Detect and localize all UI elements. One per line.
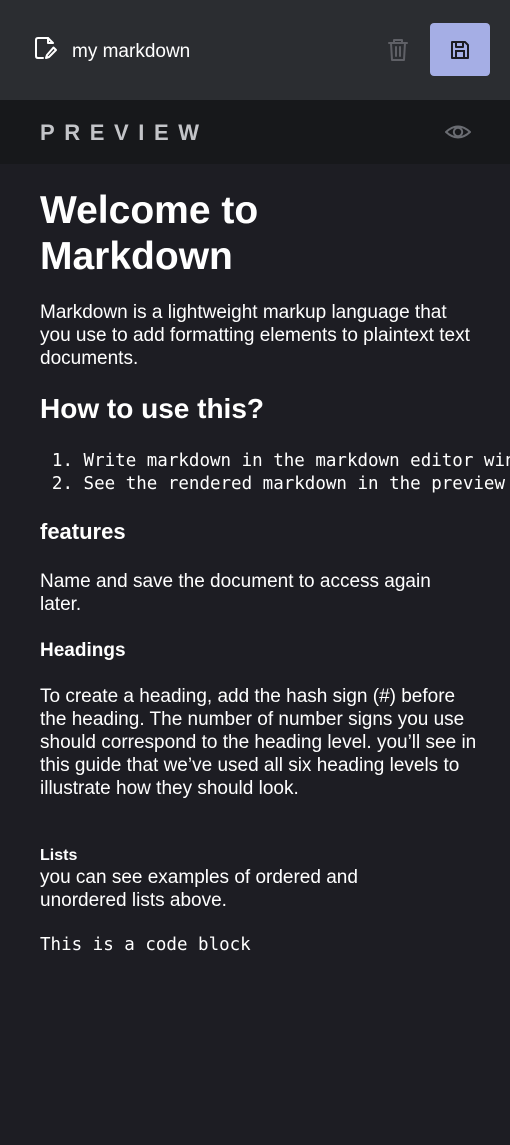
list-item-text: Name and save the document to access aga… bbox=[40, 571, 431, 615]
list-number: 1. bbox=[51, 451, 73, 471]
heading-1: Welcome to Markdown bbox=[40, 189, 259, 278]
preview-header: PREVIEW bbox=[0, 100, 510, 164]
save-button[interactable] bbox=[430, 23, 490, 76]
floppy-disk-icon bbox=[451, 41, 469, 59]
markdown-preview: Welcome to Markdown Markdown is a lightw… bbox=[40, 164, 510, 1145]
list-item-text: See the rendered markdown in the preview… bbox=[83, 474, 510, 494]
document-edit-icon bbox=[35, 37, 57, 59]
list-number: 2. bbox=[51, 474, 73, 494]
trash-icon bbox=[388, 39, 408, 61]
list-item: 1. Write markdown in the markdown editor… bbox=[40, 450, 510, 473]
heading-5: Lists bbox=[40, 847, 78, 864]
heading-2: How to use this? bbox=[40, 393, 264, 424]
list-item-text: Write markdown in the markdown editor wi… bbox=[83, 451, 510, 471]
eye-icon bbox=[445, 125, 471, 139]
list-item: 2. See the rendered markdown in the prev… bbox=[40, 473, 510, 496]
toggle-preview-button[interactable] bbox=[444, 120, 472, 144]
headings-paragraph: To create a heading, add the hash sign (… bbox=[40, 686, 477, 799]
heading-3: features bbox=[40, 519, 126, 544]
preview-label: PREVIEW bbox=[40, 120, 209, 145]
code-block: This is a code block bbox=[40, 935, 251, 955]
list-item: Name and save the document to access aga… bbox=[40, 570, 470, 616]
top-bar: my markdown bbox=[0, 0, 510, 100]
ordered-list: 1. Write markdown in the markdown editor… bbox=[40, 450, 510, 496]
delete-button[interactable] bbox=[384, 36, 412, 64]
document-name[interactable]: my markdown bbox=[72, 41, 190, 63]
heading-4: Headings bbox=[40, 640, 126, 661]
lists-paragraph: you can see examples of ordered and unor… bbox=[40, 867, 358, 911]
unordered-list: Name and save the document to access aga… bbox=[40, 570, 470, 616]
intro-paragraph: Markdown is a lightweight markup languag… bbox=[40, 302, 470, 369]
